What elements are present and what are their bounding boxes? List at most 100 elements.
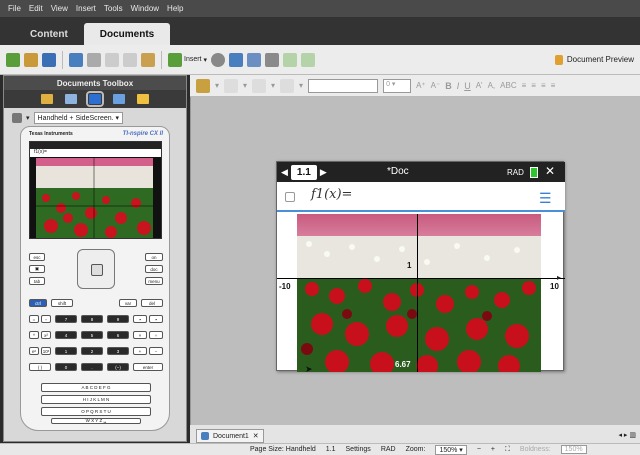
insert-button[interactable]: Insert ▾ [168,52,207,67]
key-3[interactable]: 3 [107,347,129,355]
key-1[interactable]: 1 [55,347,77,355]
cut-icon[interactable] [105,52,119,67]
grid-icon[interactable] [229,52,244,67]
view-select[interactable]: Handheld + SideScreen. ▾ [33,112,124,124]
tools-menu-icon[interactable] [196,78,210,93]
tab-documents[interactable]: Documents [83,23,171,45]
next-page-icon[interactable]: ▶ [320,167,327,178]
alpha-row-2[interactable]: H I J K L M N [41,395,151,404]
font-grow-icon[interactable]: A⁺ [416,81,426,90]
catalog-key[interactable]: ▪ [133,315,147,323]
menu-key[interactable]: menu [145,277,163,285]
function-entry-line[interactable]: f1(x)= ☰ [277,182,565,212]
view-menu-icon[interactable] [12,113,22,123]
utilities-icon[interactable] [113,94,125,104]
menu-view[interactable]: View [51,4,68,13]
touchpad[interactable] [77,249,115,289]
scratchpad-key[interactable]: ▣ [29,265,45,273]
italic-button[interactable]: I [457,81,460,91]
key-8[interactable]: 8 [81,315,103,323]
page-tab[interactable]: 1.1 [290,164,317,180]
equals-key[interactable]: = [29,315,39,323]
divide-key[interactable]: ÷ [149,331,163,339]
bold-button[interactable]: B [445,81,452,91]
align-right-icon[interactable]: ≡ [541,81,546,90]
menu-edit[interactable]: Edit [29,4,43,13]
menu-insert[interactable]: Insert [76,4,96,13]
alpha-row-3[interactable]: O P Q R S T U [41,407,151,416]
page-sorter-icon[interactable] [65,94,77,104]
function-input[interactable]: f1(x)= [311,187,352,202]
close-icon[interactable]: ✕ [545,164,555,178]
square-key[interactable]: x² [41,331,51,339]
fill-color-icon[interactable] [224,78,239,93]
prev-page-icon[interactable]: ◀ [281,167,288,178]
negative-key[interactable]: (−) [107,363,129,371]
close-tab-icon[interactable]: ✕ [253,432,259,440]
back-arrow-icon[interactable] [283,52,298,67]
new-document-icon[interactable] [6,52,20,67]
key-6[interactable]: 6 [107,331,129,339]
superscript-icon[interactable]: A' [476,81,483,90]
open-icon[interactable] [24,52,38,67]
key-5[interactable]: 5 [81,331,103,339]
ctrl-key[interactable]: ctrl [29,299,47,307]
tab-key[interactable]: tab [29,277,45,285]
minus-key[interactable]: − [149,347,163,355]
key-9[interactable]: 9 [107,315,129,323]
text-color-icon[interactable] [280,78,295,93]
smallcaps-icon[interactable]: ABC [500,81,516,90]
document-tab[interactable]: Document1 ✕ [196,429,264,443]
paren-key[interactable]: ( ) [29,363,51,371]
align-center-icon[interactable]: ≡ [531,81,536,90]
template-key[interactable]: ▫ [41,315,51,323]
zoom-select[interactable]: 150% ▾ [435,444,467,455]
var-key[interactable]: var [119,299,137,307]
font-size-select[interactable]: 0 ▾ [383,78,412,93]
on-key[interactable]: on [145,253,163,261]
justify-icon[interactable]: ≡ [551,81,556,90]
content-explorer-icon[interactable] [137,94,149,104]
del-key[interactable]: del [141,299,163,307]
function-list-icon[interactable]: ☰ [539,190,552,207]
line-color-icon[interactable] [252,78,267,93]
save-icon[interactable] [42,52,56,67]
subscript-icon[interactable]: A, [488,81,496,90]
plus-key[interactable]: + [133,347,147,355]
emulator-icon[interactable] [86,91,104,107]
menu-tools[interactable]: Tools [104,4,123,13]
paste-icon[interactable] [141,52,155,67]
graph-area[interactable]: ▸ -10 10 1 6.67 ➤ [277,214,565,372]
screen-icon[interactable] [247,52,262,67]
menu-window[interactable]: Window [131,4,159,13]
underline-button[interactable]: U [464,81,471,91]
enter-key[interactable]: enter [133,363,163,371]
capture-icon[interactable] [265,52,280,67]
alpha-row-4[interactable]: W X Y Z ␣ [51,418,141,424]
touchpad-center[interactable] [91,264,103,276]
doc-key[interactable]: doc [145,265,163,273]
undo-icon[interactable] [69,52,83,67]
alpha-row-1[interactable]: A B C D E F G [41,383,151,392]
menu-help[interactable]: Help [167,4,183,13]
key-2[interactable]: 2 [81,347,103,355]
tools-icon[interactable] [41,94,53,104]
key-7[interactable]: 7 [55,315,77,323]
esc-key[interactable]: esc [29,253,45,261]
forward-arrow-icon[interactable] [301,52,316,67]
zoom-out-button[interactable]: − [477,446,481,453]
handheld-screen[interactable]: f1(x)= [29,141,162,239]
copy-icon[interactable] [123,52,137,67]
redo-icon[interactable] [87,52,101,67]
font-shrink-icon[interactable]: A⁻ [431,81,441,90]
document-preview-button[interactable]: Document Preview [554,54,634,65]
exp-key[interactable]: eˣ [29,347,39,355]
multiply-key[interactable]: × [133,331,147,339]
menu-file[interactable]: File [8,4,21,13]
tenx-key[interactable]: 10ˣ [41,347,51,355]
page-size-label[interactable]: Page Size: Handheld [250,446,316,453]
boldness-select[interactable]: 150% [560,445,587,454]
font-family-select[interactable] [308,78,379,93]
fit-icon[interactable]: ⛶ [505,446,510,454]
settings-button[interactable]: Settings [346,446,371,453]
